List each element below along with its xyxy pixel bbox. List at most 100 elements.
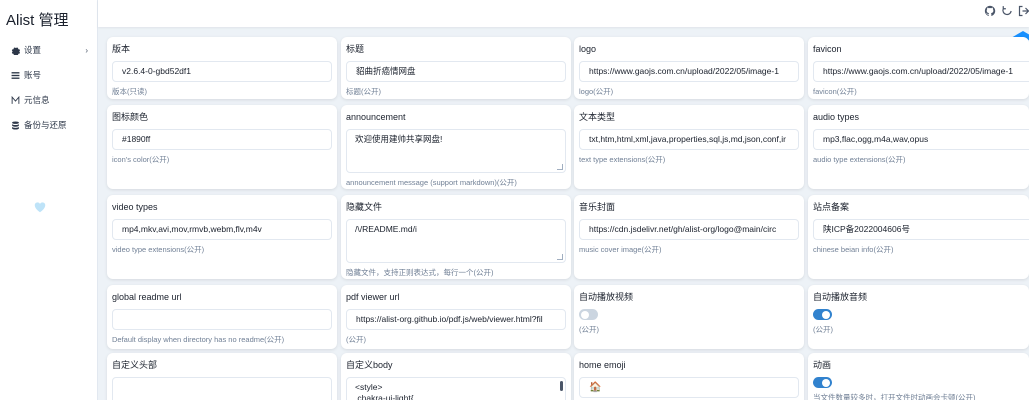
autoplay-video-toggle[interactable] — [579, 309, 598, 320]
hide-files-text: /\/README.md/i — [355, 224, 417, 234]
setting-label: 自动播放音频 — [813, 292, 868, 302]
setting-label: global readme url — [112, 292, 182, 302]
sidebar-item-backup-restore[interactable]: 备份与还原 — [0, 115, 98, 135]
setting-help: 版本(只读) — [112, 87, 147, 96]
sidebar-item-meta[interactable]: 元信息 — [0, 90, 98, 110]
database-icon — [10, 120, 20, 130]
title-input[interactable]: 貂曲折癌情网盘 — [346, 61, 566, 82]
setting-label: audio types — [813, 112, 860, 122]
setting-help: (公开) — [346, 335, 366, 344]
sidebar: Alist 管理 设置 › 账号 元信息 备份与还原 — [0, 0, 98, 400]
refresh-icon[interactable] — [1001, 5, 1013, 17]
setting-help: video type extensions(公开) — [112, 245, 205, 254]
setting-label: 文本类型 — [579, 112, 616, 122]
setting-title: 标题 貂曲折癌情网盘 标题(公开) — [341, 37, 571, 99]
music-cover-input[interactable]: https://cdn.jsdelivr.net/gh/alist-org/lo… — [579, 219, 799, 240]
setting-music-cover: 音乐封面 https://cdn.jsdelivr.net/gh/alist-o… — [574, 195, 804, 279]
list-icon — [10, 71, 20, 80]
toggle-knob — [581, 310, 589, 319]
github-icon[interactable] — [984, 5, 996, 17]
setting-autoplay-audio: 自动播放音频 (公开) — [808, 285, 1029, 349]
video-types-input[interactable]: mp4,mkv,avi,mov,rmvb,webm,flv,m4v — [112, 219, 332, 240]
pdf-viewer-url-input[interactable]: https://alist-org.github.io/pdf.js/web/v… — [346, 309, 566, 330]
setting-custom-head: 自定义头部 — [107, 353, 337, 400]
setting-label: 隐藏文件 — [346, 202, 383, 212]
setting-label: 版本 — [112, 44, 131, 54]
setting-help: announcement message (support markdown)(… — [346, 178, 517, 187]
custom-head-textarea[interactable] — [112, 377, 332, 400]
gear-icon — [10, 46, 20, 55]
heart-icon — [34, 202, 46, 213]
custom-body-textarea[interactable]: <style> .chakra-ui-light{ — [346, 377, 566, 400]
setting-help: icon's color(公开) — [112, 155, 170, 164]
chevron-right-icon: › — [85, 45, 88, 55]
setting-help: logo(公开) — [579, 87, 614, 96]
sidebar-item-label: 备份与还原 — [24, 120, 67, 130]
setting-label: favicon — [813, 44, 842, 54]
sidebar-item-label: 元信息 — [24, 95, 50, 105]
setting-label: 音乐封面 — [579, 202, 616, 212]
setting-help: favicon(公开) — [813, 87, 857, 96]
setting-animation: 动画 当文件数量较多时，打开文件时动画会卡顿(公开) — [808, 353, 1029, 400]
setting-label: 图标颜色 — [112, 112, 149, 122]
sidebar-item-label: 账号 — [24, 70, 42, 80]
global-readme-url-input[interactable] — [112, 309, 332, 330]
site-beian-input[interactable]: 陕ICP备2022004606号 — [813, 219, 1029, 240]
setting-label: home emoji — [579, 360, 626, 370]
setting-help: (公开) — [579, 325, 599, 334]
setting-pdf-viewer-url: pdf viewer url https://alist-org.github.… — [341, 285, 571, 349]
logo-input[interactable]: https://www.gaojs.com.cn/upload/2022/05/… — [579, 61, 799, 82]
setting-logo: logo https://www.gaojs.com.cn/upload/202… — [574, 37, 804, 99]
setting-home-emoji: home emoji 🏠 — [574, 353, 804, 400]
setting-hide-files: 隐藏文件 /\/README.md/i 隐藏文件，支持正则表达式，每行一个(公开… — [341, 195, 571, 279]
app-title: Alist 管理 — [6, 12, 69, 29]
setting-version: 版本 v2.6.4-0-gbd52df1 版本(只读) — [107, 37, 337, 99]
announcement-textarea[interactable]: 欢迎使用建帅共享网盘! — [346, 129, 566, 173]
setting-autoplay-video: 自动播放视频 (公开) — [574, 285, 804, 349]
announcement-text: 欢迎使用建帅共享网盘! — [355, 134, 443, 144]
version-input[interactable]: v2.6.4-0-gbd52df1 — [112, 61, 332, 82]
animation-toggle[interactable] — [813, 377, 832, 388]
home-emoji-input[interactable]: 🏠 — [579, 377, 799, 398]
scrollbar[interactable] — [560, 381, 563, 391]
setting-help: audio type extensions(公开) — [813, 155, 906, 164]
hide-files-textarea[interactable]: /\/README.md/i — [346, 219, 566, 263]
autoplay-audio-toggle[interactable] — [813, 309, 832, 320]
favicon-input[interactable]: https://www.gaojs.com.cn/upload/2022/05/… — [813, 61, 1029, 82]
text-types-input[interactable]: txt,htm,html,xml,java,properties,sql,js,… — [579, 129, 799, 150]
setting-label: announcement — [346, 112, 406, 122]
setting-label: 动画 — [813, 360, 832, 370]
audio-types-input[interactable]: mp3,flac,ogg,m4a,wav,opus — [813, 129, 1029, 150]
toggle-knob — [822, 310, 830, 319]
setting-video-types: video types mp4,mkv,avi,mov,rmvb,webm,fl… — [107, 195, 337, 279]
resize-grip-icon[interactable] — [557, 164, 563, 170]
setting-help: text type extensions(公开) — [579, 155, 666, 164]
setting-global-readme-url: global readme url Default display when d… — [107, 285, 337, 349]
setting-help: 标题(公开) — [346, 87, 381, 96]
setting-announcement: announcement 欢迎使用建帅共享网盘! announcement me… — [341, 105, 571, 189]
setting-help: Default display when directory has no re… — [112, 335, 285, 344]
top-bar — [98, 0, 1029, 27]
setting-favicon: favicon https://www.gaojs.com.cn/upload/… — [808, 37, 1029, 99]
setting-text-types: 文本类型 txt,htm,html,xml,java,properties,sq… — [574, 105, 804, 189]
setting-help: chinese beian info(公开) — [813, 245, 894, 254]
meta-icon — [10, 95, 20, 105]
sidebar-item-settings[interactable]: 设置 › — [0, 40, 98, 60]
setting-label: logo — [579, 44, 597, 54]
setting-audio-types: audio types mp3,flac,ogg,m4a,wav,opus au… — [808, 105, 1029, 189]
custom-body-text: <style> .chakra-ui-light{ — [355, 382, 414, 400]
setting-help: music cover image(公开) — [579, 245, 662, 254]
setting-label: video types — [112, 202, 158, 212]
resize-grip-icon[interactable] — [557, 254, 563, 260]
setting-help: 隐藏文件，支持正则表达式，每行一个(公开) — [346, 268, 494, 277]
logout-icon[interactable] — [1018, 5, 1029, 17]
toggle-knob — [822, 378, 830, 387]
setting-custom-body: 自定义body <style> .chakra-ui-light{ — [341, 353, 571, 400]
setting-label: 标题 — [346, 44, 365, 54]
sidebar-item-accounts[interactable]: 账号 — [0, 65, 98, 85]
icon-color-input[interactable]: #1890ff — [112, 129, 332, 150]
setting-label: 自定义头部 — [112, 360, 158, 370]
setting-help: (公开) — [813, 325, 833, 334]
setting-help: 当文件数量较多时，打开文件时动画会卡顿(公开) — [813, 393, 976, 400]
setting-label: 自动播放视频 — [579, 292, 634, 302]
